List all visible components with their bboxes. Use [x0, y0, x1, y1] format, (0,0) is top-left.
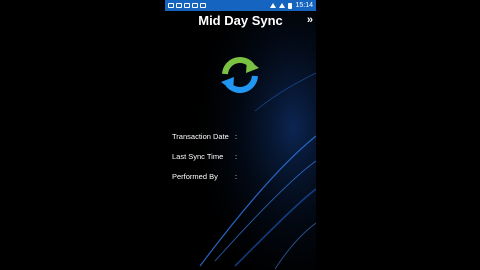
message-icon — [176, 3, 182, 8]
last-sync-time-label: Last Sync Time — [172, 152, 224, 161]
last-sync-time-colon: : — [235, 152, 238, 161]
transaction-date-label: Transaction Date — [172, 132, 229, 141]
wifi-icon — [270, 3, 277, 8]
email-icon — [192, 3, 198, 8]
transaction-date-colon: : — [235, 132, 238, 141]
status-icons-right: 15:14 — [270, 0, 313, 11]
last-sync-time-row: Last Sync Time : — [172, 151, 316, 163]
status-bar: 15:14 — [165, 0, 316, 11]
calendar-icon — [200, 3, 206, 8]
status-icons-left — [168, 0, 206, 11]
status-time: 15:14 — [295, 2, 313, 9]
battery-icon — [288, 2, 293, 9]
performed-by-colon: : — [235, 172, 238, 181]
page-title: Mid Day Sync — [198, 13, 283, 28]
forward-nav-button[interactable]: » — [307, 13, 313, 27]
sync-refresh-icon[interactable] — [219, 54, 261, 96]
performed-by-row: Performed By : — [172, 171, 316, 183]
transaction-date-row: Transaction Date : — [172, 131, 316, 143]
notification-icon — [168, 3, 174, 8]
app-screen: 15:14 Mid Day Sync » Transaction Date : … — [165, 0, 316, 270]
performed-by-label: Performed By — [172, 172, 218, 181]
signal-icon — [279, 3, 286, 8]
image-icon — [184, 3, 190, 8]
